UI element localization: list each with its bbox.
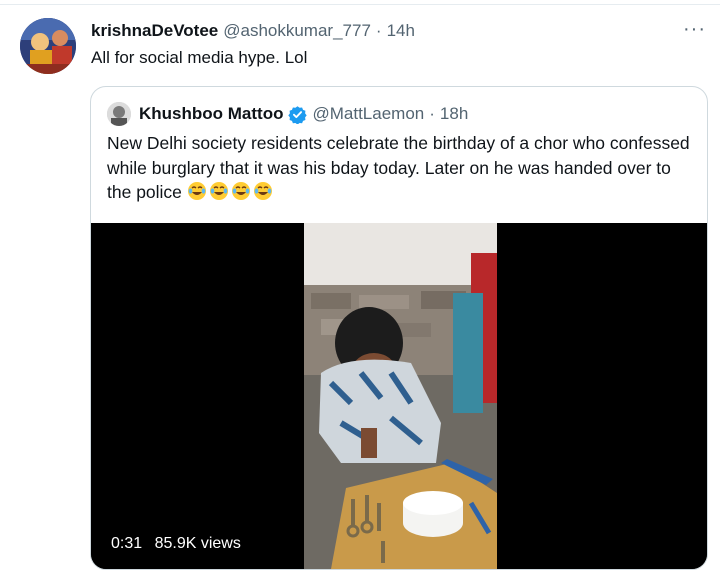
laughing-emoji-icon (231, 182, 250, 200)
quoted-timestamp: 18h (439, 104, 469, 123)
video-duration: 0:31 (111, 535, 143, 552)
quoted-author-name: Khushboo Mattoo (139, 104, 284, 123)
quoted-tweet[interactable]: Khushboo Mattoo @MattLaemon · 18h New De… (90, 86, 708, 570)
video-stats: 0:31 85.9K views (111, 535, 249, 553)
laughing-emoji-icon (187, 182, 206, 200)
top-divider (0, 4, 720, 5)
more-options-icon[interactable]: ··· (683, 18, 706, 41)
laughing-emoji-icon (209, 182, 228, 200)
quoted-author-handle: @MattLaemon (312, 104, 425, 123)
author-handle[interactable]: @ashokkumar_777 (223, 21, 371, 41)
verified-badge-icon (288, 105, 308, 125)
video-frame (91, 223, 707, 569)
video-player[interactable]: 0:31 85.9K views (91, 223, 707, 569)
author-name[interactable]: krishnaDeVotee (91, 21, 218, 41)
emoji-group (187, 182, 275, 202)
separator-dot: · (375, 21, 382, 40)
author-avatar[interactable] (20, 18, 76, 74)
laughing-emoji-icon (253, 182, 272, 200)
tweet-header: krishnaDeVotee @ashokkumar_777 · 14h (91, 20, 415, 42)
quoted-author-avatar (107, 102, 131, 126)
quoted-tweet-text: New Delhi society residents celebrate th… (107, 131, 697, 205)
video-view-count: 85.9K views (154, 535, 241, 552)
tweet-text: All for social media hype. Lol (91, 48, 308, 67)
separator-dot: · (429, 104, 435, 123)
tweet-timestamp[interactable]: 14h (387, 21, 415, 41)
quoted-tweet-header: Khushboo Mattoo @MattLaemon · 18h (107, 102, 468, 126)
